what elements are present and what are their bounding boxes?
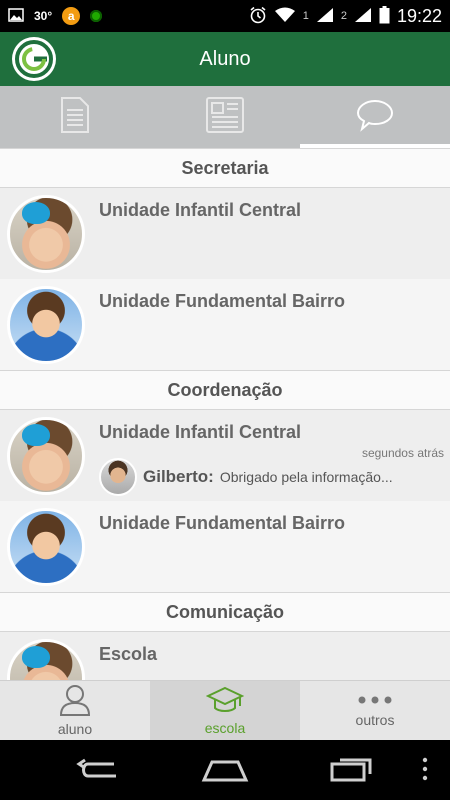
green-status-icon xyxy=(90,10,103,22)
tab-bar xyxy=(0,86,450,148)
list-item-title: Unidade Infantil Central xyxy=(99,422,302,442)
signal-icon-2 xyxy=(354,7,372,26)
list-item[interactable]: Unidade Infantil Central segundos atrás … xyxy=(0,410,450,501)
page-title: Aluno xyxy=(199,47,251,70)
sender-avatar xyxy=(99,458,137,496)
list-item[interactable]: Unidade Fundamental Bairro xyxy=(0,501,450,592)
gallery-icon xyxy=(8,7,24,25)
system-navigation-bar xyxy=(0,740,450,800)
nav-label: escola xyxy=(204,720,246,736)
list-item-title: Unidade Fundamental Bairro xyxy=(99,513,346,533)
nav-label: aluno xyxy=(57,721,93,737)
avatar xyxy=(7,286,85,364)
alarm-icon xyxy=(249,6,267,27)
conversation-list[interactable]: Secretaria Unidade Infantil Central Unid… xyxy=(0,148,450,680)
app-logo[interactable] xyxy=(12,37,56,81)
list-item[interactable]: Escola xyxy=(0,632,450,680)
last-message-preview: Gilberto: Obrigado pela informação... xyxy=(99,458,393,496)
sim1-label: 1 xyxy=(302,10,309,22)
list-item-title: Unidade Fundamental Bairro xyxy=(99,291,346,311)
graduation-cap-icon xyxy=(205,685,245,718)
list-item-title: Escola xyxy=(99,644,158,664)
section-header-comunicacao: Comunicação xyxy=(0,592,450,632)
avatar xyxy=(7,508,85,586)
signal-icon xyxy=(316,7,334,26)
logo-g-icon xyxy=(15,40,53,78)
back-icon[interactable] xyxy=(76,754,122,789)
message-sender: Gilberto: xyxy=(143,467,214,486)
tab-messages[interactable] xyxy=(300,86,450,148)
avatar xyxy=(7,639,85,680)
app-notification-icon: a xyxy=(62,7,81,25)
nav-aluno[interactable]: aluno xyxy=(0,681,150,740)
document-icon xyxy=(60,96,90,139)
chat-bubble-icon xyxy=(355,98,395,137)
home-icon[interactable] xyxy=(200,754,250,789)
message-text: Obrigado pela informação... xyxy=(219,469,393,485)
more-dots-icon xyxy=(355,693,395,710)
wifi-icon xyxy=(274,7,296,26)
clock-text: 19:22 xyxy=(396,5,442,26)
temperature-text: 30° xyxy=(34,9,53,23)
tab-news[interactable] xyxy=(150,86,300,148)
nav-outros[interactable]: outros xyxy=(300,681,450,740)
sim2-label: 2 xyxy=(340,10,347,22)
app-header: Aluno xyxy=(0,32,450,86)
overflow-menu-icon[interactable] xyxy=(420,754,430,789)
person-icon xyxy=(58,684,92,719)
battery-icon xyxy=(379,5,390,27)
section-header-coordenacao: Coordenação xyxy=(0,370,450,410)
list-item[interactable]: Unidade Infantil Central xyxy=(0,188,450,279)
newspaper-icon xyxy=(205,96,245,139)
avatar xyxy=(7,417,85,495)
bottom-navigation: aluno escola outros xyxy=(0,680,450,740)
nav-label: outros xyxy=(355,712,395,728)
list-item[interactable]: Unidade Fundamental Bairro xyxy=(0,279,450,370)
section-header-secretaria: Secretaria xyxy=(0,148,450,188)
tab-documents[interactable] xyxy=(0,86,150,148)
status-bar: 30° a 1 2 19:22 xyxy=(0,0,450,32)
nav-escola[interactable]: escola xyxy=(150,681,300,740)
recent-apps-icon[interactable] xyxy=(328,754,376,789)
list-item-title: Unidade Infantil Central xyxy=(99,200,302,220)
avatar xyxy=(7,195,85,273)
